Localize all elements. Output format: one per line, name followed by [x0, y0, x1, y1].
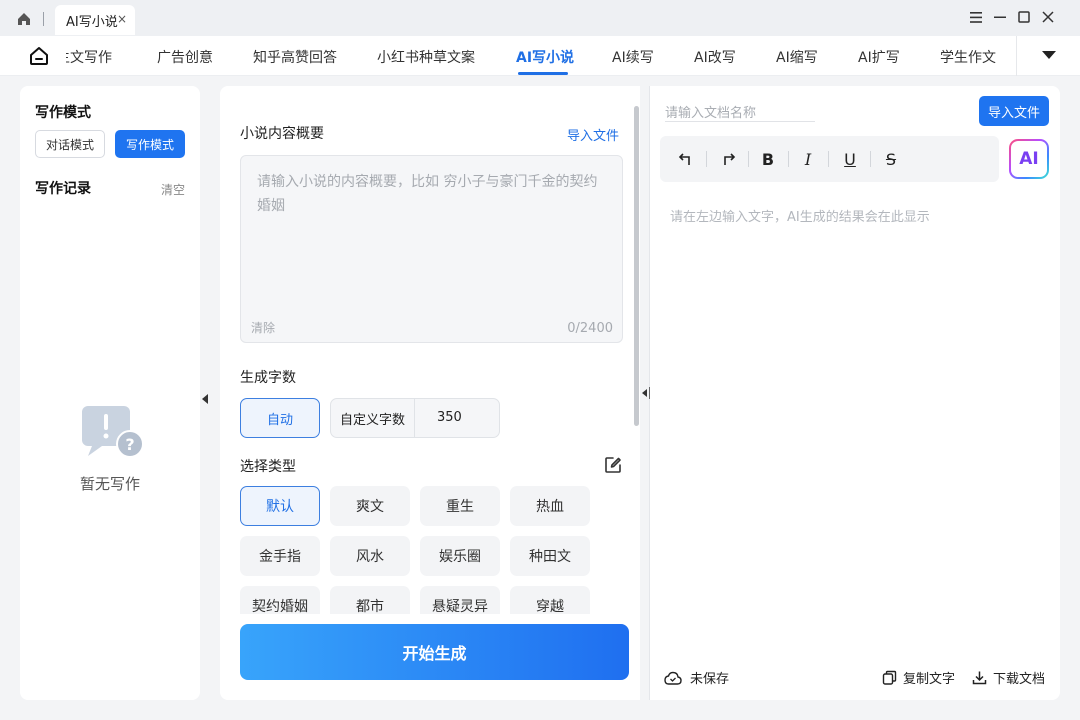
- summary-placeholder: 请输入小说的内容概要，比如 穷小子与豪门千金的契约婚姻: [257, 174, 598, 214]
- type-chip[interactable]: 金手指: [240, 536, 320, 576]
- ai-label: AI: [1011, 141, 1047, 177]
- type-label: 选择类型: [240, 459, 296, 475]
- divider: [1016, 36, 1017, 76]
- type-options: 默认 爽文 重生 热血 金手指 风水 娱乐圈 种田文 契约婚姻 都市 悬疑灵异 …: [240, 486, 630, 614]
- nav-item[interactable]: 知乎高赞回答: [253, 47, 337, 67]
- nav-item[interactable]: AI改写: [694, 47, 736, 67]
- divider: [788, 151, 789, 167]
- nav-item[interactable]: AI续写: [612, 47, 654, 67]
- sidebar: 写作模式 对话模式 写作模式 写作记录 清空 ? 暂无写作: [20, 86, 200, 700]
- home-icon[interactable]: [16, 11, 32, 27]
- type-chip[interactable]: 种田文: [510, 536, 590, 576]
- redo-icon[interactable]: [718, 149, 738, 169]
- chevron-down-icon[interactable]: [1042, 51, 1056, 59]
- record-title: 写作记录: [35, 181, 91, 197]
- type-chip[interactable]: 契约婚姻: [240, 586, 320, 614]
- divider: [706, 151, 707, 167]
- tab-label: AI写小说: [66, 14, 118, 30]
- auto-wordcount-button[interactable]: 自动: [240, 398, 320, 438]
- custom-wordcount-value[interactable]: 350: [437, 410, 462, 425]
- ai-assistant-button[interactable]: AI: [1009, 139, 1049, 179]
- window-close-icon[interactable]: [1041, 10, 1055, 24]
- doc-name-input[interactable]: 请输入文档名称: [665, 100, 815, 122]
- nav-tabs: 主文写作 广告创意 知乎高赞回答 小红书种草文案 AI写小说 AI续写 AI改写…: [66, 36, 1018, 76]
- scrollbar[interactable]: [634, 106, 639, 426]
- mode-title: 写作模式: [35, 105, 91, 121]
- svg-text:?: ?: [125, 435, 134, 454]
- copy-text-button[interactable]: 复制文字: [882, 668, 955, 687]
- download-doc-label: 下载文档: [993, 672, 1046, 687]
- unsaved-label: 未保存: [690, 672, 730, 687]
- save-status: 未保存: [664, 668, 729, 687]
- minimize-icon[interactable]: [993, 10, 1007, 24]
- collapse-sidebar-icon[interactable]: [202, 394, 208, 404]
- type-chip[interactable]: 热血: [510, 486, 590, 526]
- type-chip[interactable]: 娱乐圈: [420, 536, 500, 576]
- nav-item[interactable]: 主文写作: [66, 47, 112, 67]
- wordcount-label: 生成字数: [240, 370, 296, 386]
- clear-records-button[interactable]: 清空: [161, 181, 185, 198]
- home-icon[interactable]: [28, 45, 50, 67]
- char-count: 0/2400: [567, 321, 613, 336]
- divider: [870, 151, 871, 167]
- nav-item[interactable]: 广告创意: [157, 47, 213, 67]
- divider: [828, 151, 829, 167]
- type-chip[interactable]: 悬疑灵异: [420, 586, 500, 614]
- custom-wordcount-field[interactable]: 自定义字数 350: [330, 398, 500, 438]
- cloud-icon: [664, 671, 682, 685]
- divider: [748, 151, 749, 167]
- summary-textarea[interactable]: 请输入小说的内容概要，比如 穷小子与豪门千金的契约婚姻 清除 0/2400: [240, 155, 623, 343]
- nav-item[interactable]: AI缩写: [776, 47, 818, 67]
- copy-icon: [882, 670, 897, 685]
- editor-toolbar: B I U S: [660, 136, 999, 182]
- italic-icon[interactable]: I: [798, 149, 818, 169]
- empty-message-icon: ?: [82, 406, 144, 458]
- strikethrough-icon[interactable]: S: [881, 149, 901, 169]
- download-doc-button[interactable]: 下载文档: [972, 668, 1045, 687]
- active-tab-indicator: [518, 72, 568, 75]
- feature-nav: 主文写作 广告创意 知乎高赞回答 小红书种草文案 AI写小说 AI续写 AI改写…: [0, 36, 1080, 76]
- close-icon[interactable]: ×: [117, 12, 127, 26]
- writing-mode-button[interactable]: 写作模式: [115, 130, 185, 158]
- clear-text-button[interactable]: 清除: [251, 319, 275, 336]
- output-placeholder: 请在左边输入文字，AI生成的结果会在此显示: [670, 210, 930, 225]
- bold-icon[interactable]: B: [758, 149, 778, 169]
- type-chip[interactable]: 重生: [420, 486, 500, 526]
- nav-item[interactable]: AI扩写: [858, 47, 900, 67]
- type-chip[interactable]: 爽文: [330, 486, 410, 526]
- nav-item-active[interactable]: AI写小说: [516, 47, 574, 67]
- empty-state-text: 暂无写作: [79, 475, 140, 493]
- menu-icon[interactable]: [969, 10, 983, 24]
- type-chip[interactable]: 风水: [330, 536, 410, 576]
- type-chip[interactable]: 都市: [330, 586, 410, 614]
- summary-label: 小说内容概要: [240, 126, 324, 142]
- nav-item[interactable]: 学生作文: [940, 47, 996, 67]
- divider: [43, 12, 44, 26]
- copy-text-label: 复制文字: [903, 672, 956, 687]
- custom-wordcount-label: 自定义字数: [331, 399, 415, 437]
- edit-icon[interactable]: [604, 456, 622, 474]
- generate-button[interactable]: 开始生成: [240, 624, 629, 680]
- dialog-mode-button[interactable]: 对话模式: [35, 130, 105, 158]
- type-chip-selected[interactable]: 默认: [240, 486, 320, 526]
- tab-ai-novel[interactable]: AI写小说 ×: [55, 5, 135, 35]
- maximize-icon[interactable]: [1017, 10, 1031, 24]
- download-icon: [972, 671, 987, 685]
- undo-icon[interactable]: [676, 149, 696, 169]
- import-file-button[interactable]: 导入文件: [979, 96, 1049, 126]
- nav-item[interactable]: 小红书种草文案: [377, 47, 475, 67]
- underline-icon[interactable]: U: [840, 149, 860, 169]
- title-bar: AI写小说 ×: [0, 0, 1080, 36]
- type-chip[interactable]: 穿越: [510, 586, 590, 614]
- import-file-link[interactable]: 导入文件: [567, 125, 619, 144]
